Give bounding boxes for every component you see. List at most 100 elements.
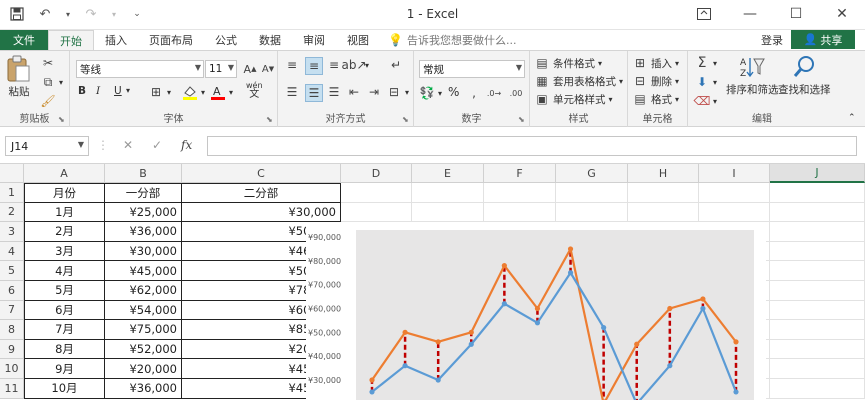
cell[interactable]	[412, 183, 484, 203]
phonetic-button[interactable]: wén 文	[246, 81, 263, 100]
table-cell[interactable]: 一分部	[105, 183, 182, 203]
bold-button[interactable]: B	[78, 85, 86, 97]
font-name-combo[interactable]: 等线 ▼	[76, 60, 204, 78]
row-header-11[interactable]: 11	[0, 379, 24, 399]
table-cell[interactable]: 4月	[24, 261, 105, 281]
cell[interactable]	[770, 281, 865, 301]
font-size-combo[interactable]: 11 ▼	[205, 60, 237, 78]
cell[interactable]	[484, 202, 556, 223]
table-cell[interactable]: 9月	[24, 359, 105, 379]
column-header-b[interactable]: B	[105, 164, 182, 183]
align-left-button[interactable]: ☰	[284, 84, 300, 100]
table-cell[interactable]: 3月	[24, 241, 105, 262]
cell[interactable]	[770, 300, 865, 321]
share-button[interactable]: 👤 共享	[791, 30, 855, 49]
row-header-5[interactable]: 5	[0, 261, 24, 281]
tab-review[interactable]: 审阅	[292, 30, 336, 50]
cell[interactable]	[770, 359, 865, 379]
cut-button[interactable]: ✂	[40, 55, 56, 71]
decrease-indent-button[interactable]: ⇤	[346, 84, 362, 100]
table-cell[interactable]: ¥62,000	[105, 281, 182, 301]
table-cell[interactable]: 2月	[24, 222, 105, 242]
alignment-launcher-icon[interactable]: ⬊	[402, 116, 410, 124]
table-cell[interactable]: ¥75,000	[105, 320, 182, 340]
collapse-ribbon-icon[interactable]: ⌃	[848, 113, 856, 123]
cell-styles-button[interactable]: ▣ 单元格样式 ▾	[534, 91, 612, 107]
table-cell[interactable]: 5月	[24, 281, 105, 301]
number-launcher-icon[interactable]: ⬊	[518, 116, 526, 124]
select-all-corner[interactable]	[0, 164, 24, 183]
row-header-4[interactable]: 4	[0, 241, 24, 262]
orientation-button[interactable]: ab↗ ▾	[341, 57, 369, 73]
fill-button[interactable]: ⬇ ▾	[694, 74, 717, 90]
table-cell[interactable]: 8月	[24, 339, 105, 360]
sort-filter-button[interactable]: AZ 排序和筛选	[726, 55, 779, 97]
paste-button[interactable]: 粘贴	[6, 55, 32, 99]
column-header-j[interactable]: J	[770, 164, 865, 183]
column-header-g[interactable]: G	[556, 164, 628, 183]
cell[interactable]	[412, 202, 484, 223]
line-chart[interactable]: ¥30,000 ¥40,000 ¥50,000 ¥60,000 ¥70,000 ¥80,0…	[306, 222, 766, 400]
cell[interactable]	[484, 183, 556, 203]
ribbon-display-icon[interactable]	[681, 0, 727, 28]
cell[interactable]	[628, 202, 699, 223]
cell[interactable]	[770, 241, 865, 262]
table-cell[interactable]: ¥25,000	[105, 202, 182, 223]
row-header-6[interactable]: 6	[0, 281, 24, 301]
wrap-text-button[interactable]: ↵	[388, 57, 404, 73]
bottom-align-button[interactable]: ≡	[326, 57, 342, 73]
tell-me-box[interactable]: 💡 告诉我您想要做什么...	[388, 32, 516, 48]
clear-button[interactable]: ⌫ ▾	[694, 93, 718, 109]
maximize-icon[interactable]: ☐	[773, 0, 819, 28]
table-cell[interactable]: ¥20,000	[105, 359, 182, 379]
table-cell[interactable]: ¥30,000	[182, 202, 341, 223]
cell[interactable]	[341, 183, 412, 203]
worksheet-grid[interactable]: A B C D E F G H I J 1 2 3 4 5 6 7 8 9 10 11 月份 一分部 二分部 1月 ¥25,000…	[0, 164, 865, 400]
merge-center-button[interactable]: ⊟ ▾	[386, 84, 409, 100]
autosum-button[interactable]: Σ ▾	[694, 55, 717, 71]
cell[interactable]	[770, 261, 865, 281]
tab-home[interactable]: 开始	[48, 30, 94, 50]
insert-function-icon[interactable]: fx	[181, 138, 192, 152]
column-header-i[interactable]: I	[699, 164, 770, 183]
cell[interactable]	[628, 183, 699, 203]
login-link[interactable]: 登录	[761, 32, 783, 48]
font-color-button[interactable]: A ▾	[210, 84, 233, 100]
table-cell[interactable]: ¥54,000	[105, 300, 182, 321]
row-header-3[interactable]: 3	[0, 222, 24, 242]
tab-page-layout[interactable]: 页面布局	[138, 30, 204, 50]
format-painter-button[interactable]: 🖌	[40, 93, 56, 109]
decrease-decimal-button[interactable]: .00	[508, 85, 524, 101]
cell[interactable]	[770, 379, 865, 399]
align-center-button[interactable]: ☰	[305, 84, 323, 102]
borders-button[interactable]: ⊞ ▾	[148, 84, 171, 100]
tab-view[interactable]: 视图	[336, 30, 380, 50]
row-header-8[interactable]: 8	[0, 320, 24, 340]
grow-font-button[interactable]: A ▲	[242, 61, 258, 77]
row-header-7[interactable]: 7	[0, 300, 24, 321]
underline-button[interactable]: U	[114, 85, 122, 97]
cell[interactable]	[556, 202, 628, 223]
format-cells-button[interactable]: ▤ 格式 ▾	[632, 91, 679, 107]
column-header-e[interactable]: E	[412, 164, 484, 183]
tab-insert[interactable]: 插入	[94, 30, 138, 50]
percent-button[interactable]: %	[448, 85, 459, 99]
copy-button[interactable]: ⧉ ▾	[40, 74, 63, 90]
increase-indent-button[interactable]: ⇥	[366, 84, 382, 100]
table-cell[interactable]: ¥45,000	[105, 261, 182, 281]
format-as-table-button[interactable]: ▦ 套用表格格式 ▾	[534, 73, 623, 89]
clipboard-launcher-icon[interactable]: ⬊	[58, 116, 66, 124]
table-cell[interactable]: ¥36,000	[105, 379, 182, 399]
tab-data[interactable]: 数据	[248, 30, 292, 50]
minimize-icon[interactable]: —	[727, 0, 773, 28]
shrink-font-button[interactable]: A ▼	[260, 61, 276, 77]
cell[interactable]	[770, 222, 865, 242]
find-select-button[interactable]: 查找和选择	[778, 55, 831, 97]
middle-align-button[interactable]: ≡	[305, 57, 323, 75]
table-cell[interactable]: 6月	[24, 300, 105, 321]
tab-file[interactable]: 文件	[0, 30, 48, 50]
table-cell[interactable]: 1月	[24, 202, 105, 223]
table-cell[interactable]: ¥52,000	[105, 339, 182, 360]
table-cell[interactable]: ¥36,000	[105, 222, 182, 242]
conditional-formatting-button[interactable]: ▤ 条件格式 ▾	[534, 55, 602, 71]
